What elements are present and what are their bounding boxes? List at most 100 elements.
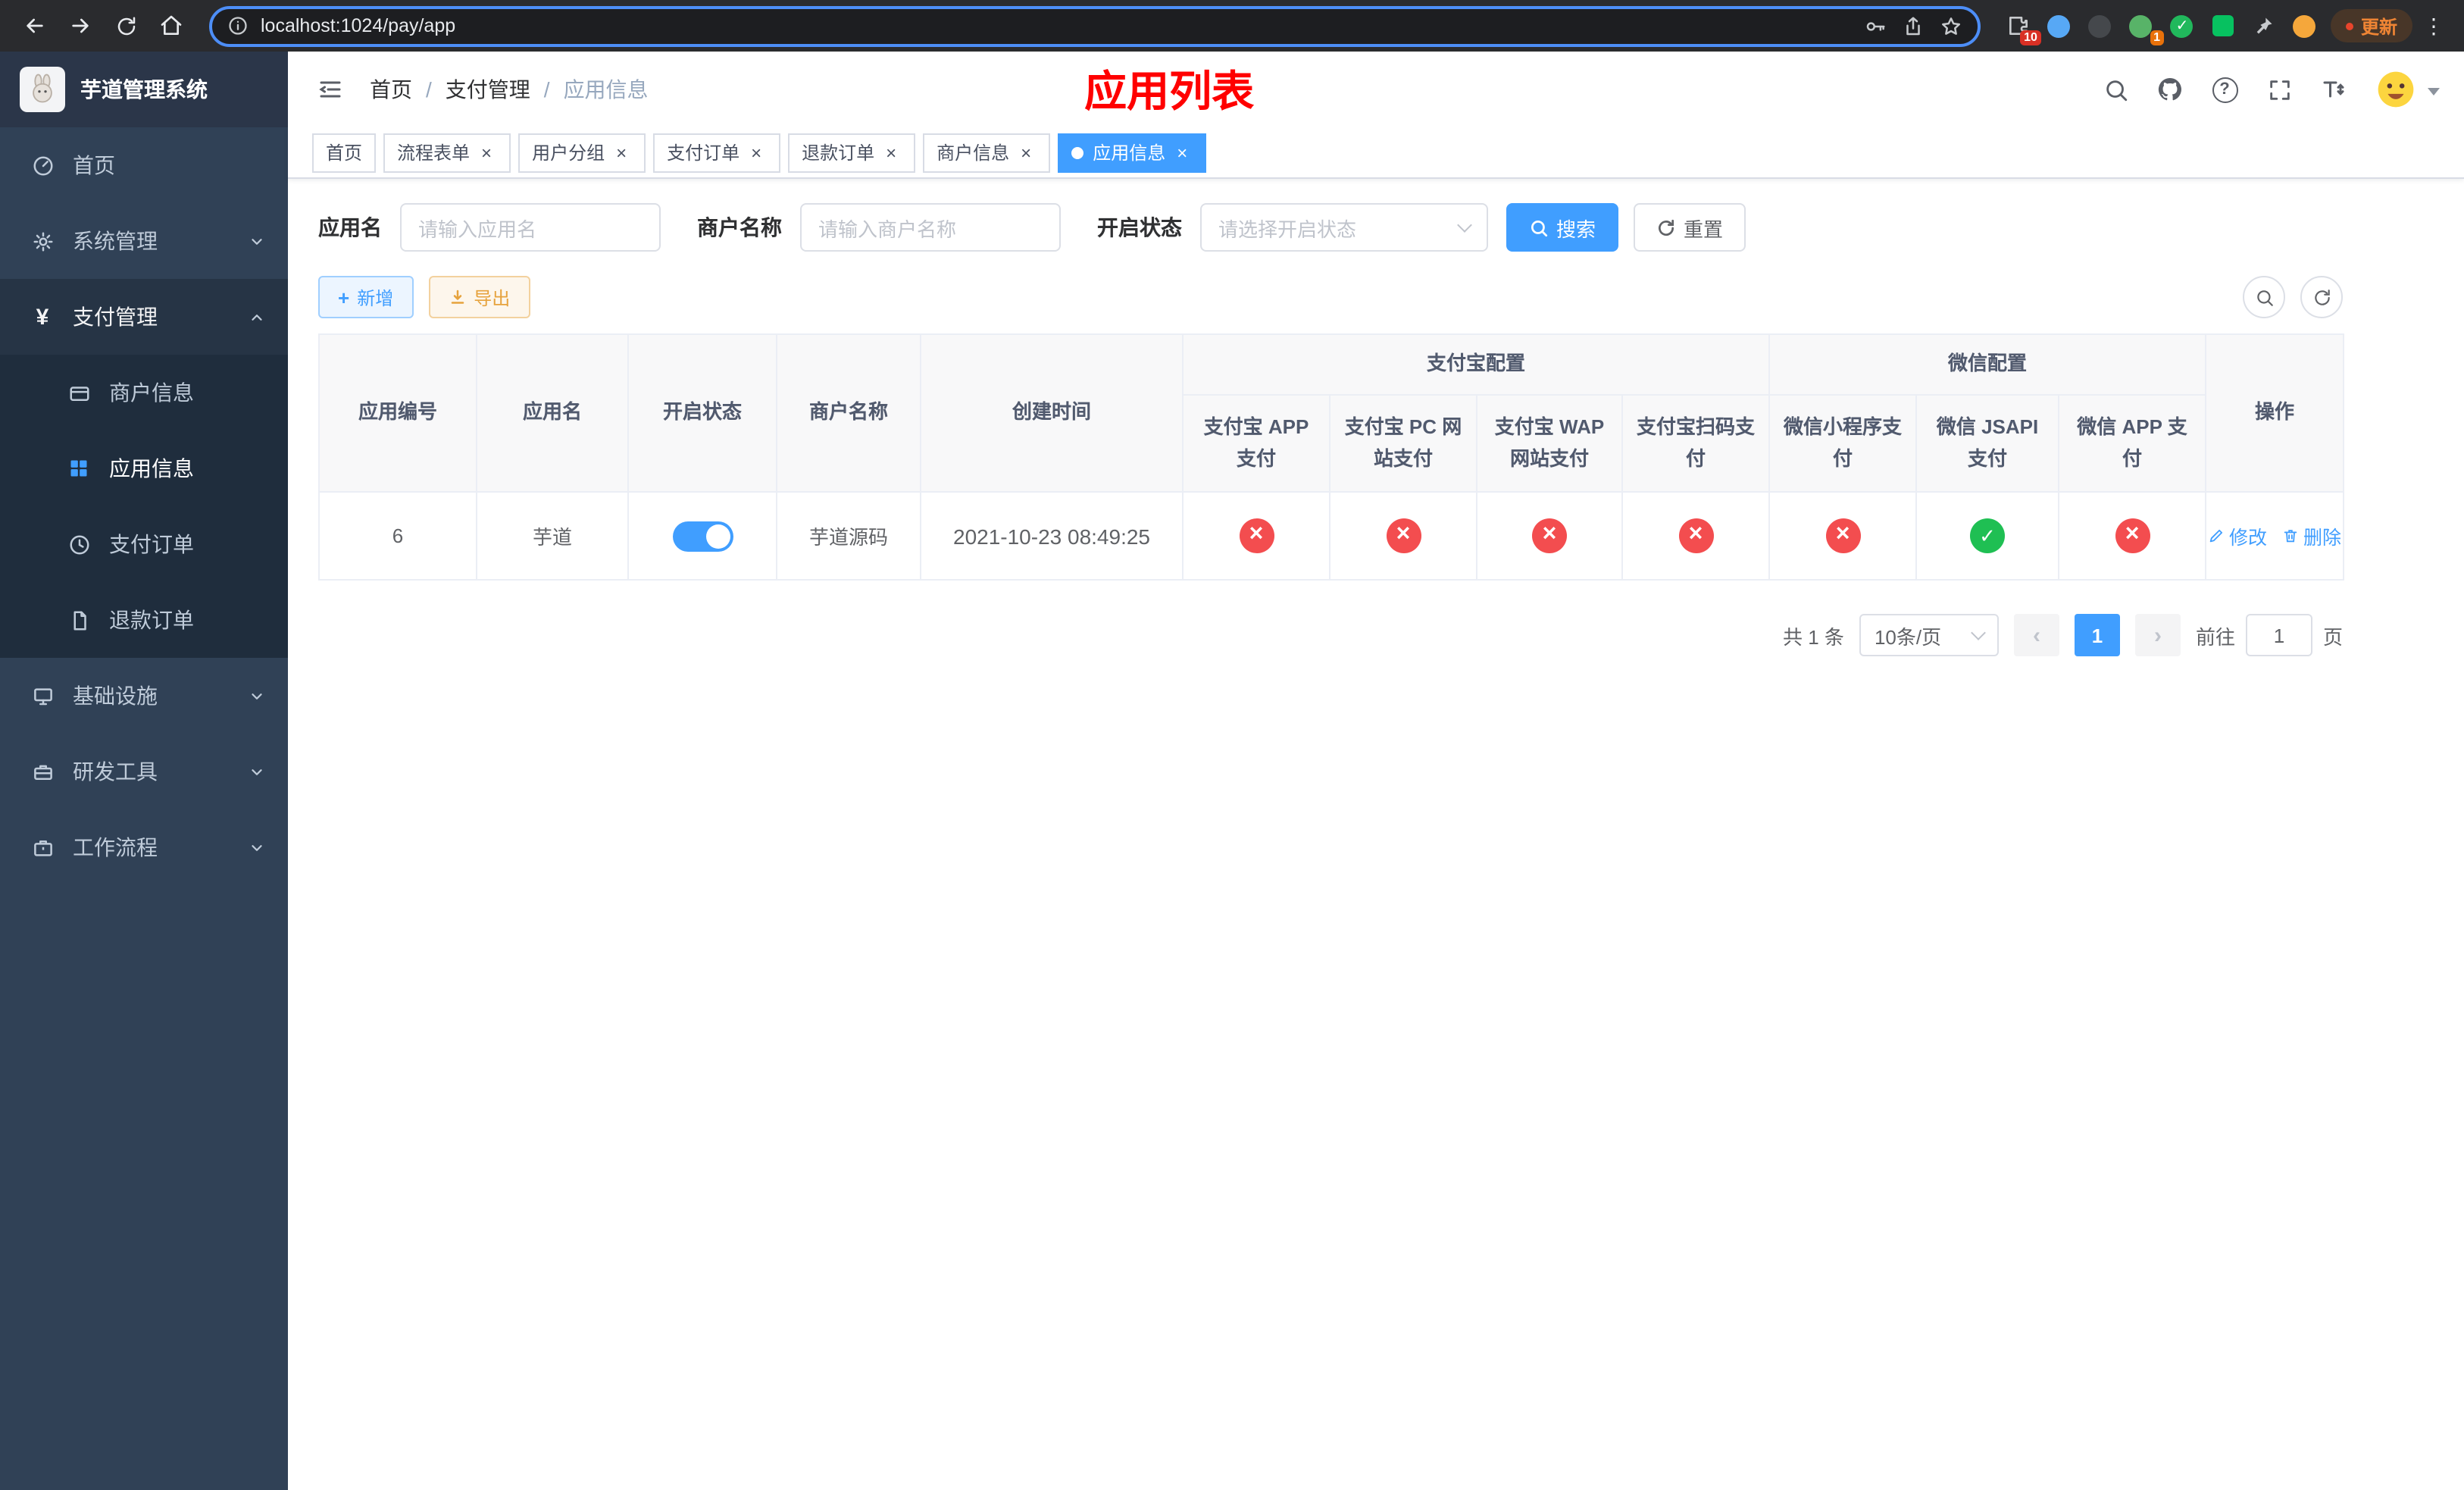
app-window: 芋道管理系统 首页 系统管理 ¥ 支付管理 商户信息 应用信息 支付订单 退款订… (0, 52, 2464, 1490)
bookmark-star-icon[interactable] (1940, 14, 1962, 37)
payment-submenu: 商户信息 应用信息 支付订单 退款订单 (0, 355, 288, 658)
sidebar-item-infrastructure[interactable]: 基础设施 (0, 658, 288, 734)
user-avatar[interactable] (2373, 67, 2440, 112)
button-label: 搜索 (1556, 218, 1596, 240)
col-create-time: 创建时间 (920, 333, 1184, 493)
hamburger-icon[interactable] (312, 71, 349, 108)
address-bar[interactable]: localhost:1024/pay/app (209, 5, 1981, 46)
chevron-down-icon (249, 763, 265, 780)
home-icon[interactable] (152, 6, 191, 45)
fullscreen-icon[interactable] (2264, 74, 2294, 105)
search-button[interactable]: 搜索 (1506, 203, 1619, 252)
extension-icon-face[interactable] (2291, 12, 2319, 39)
back-icon[interactable] (15, 6, 55, 45)
app-name-input[interactable]: 请输入应用名 (400, 203, 661, 252)
sidebar-item-payment[interactable]: ¥ 支付管理 (0, 279, 288, 355)
active-dot (1071, 146, 1084, 158)
export-button[interactable]: 导出 (428, 276, 530, 318)
config-status-icon (1825, 518, 1861, 553)
grid-icon (67, 458, 91, 479)
reset-button[interactable]: 重置 (1634, 203, 1746, 252)
col-alipay-app: 支付宝 APP 支付 (1182, 394, 1330, 493)
page-size-value: 10条/页 (1874, 625, 1942, 648)
close-icon[interactable]: × (746, 142, 767, 163)
page-number-1[interactable]: 1 (2074, 614, 2120, 656)
breadcrumb-payment[interactable]: 支付管理 (446, 74, 530, 105)
col-alipay-qr: 支付宝扫码支付 (1621, 394, 1771, 493)
credit-card-icon (67, 381, 91, 404)
delete-button[interactable]: 删除 (2282, 521, 2341, 550)
sidebar-item-devtools[interactable]: 研发工具 (0, 734, 288, 809)
add-button[interactable]: + 新增 (318, 276, 414, 318)
close-icon[interactable]: × (880, 142, 902, 163)
cell-app-name: 芋道 (476, 491, 629, 581)
main-area: 首页 / 支付管理 / 应用信息 应用列表 ? 首页 流程表单 × 用户分组 ×… (288, 52, 2464, 1490)
extension-icon-green-badged[interactable]: 1 (2128, 12, 2164, 45)
config-status-icon (1970, 518, 2006, 553)
sidebar-item-workflow[interactable]: 工作流程 (0, 809, 288, 885)
extension-icon-green-check[interactable]: ✓ (2169, 12, 2196, 39)
tab-user-group[interactable]: 用户分组 × (518, 133, 646, 172)
tab-label: 商户信息 (937, 142, 1010, 164)
share-icon[interactable] (1902, 14, 1925, 37)
password-key-icon[interactable] (1864, 14, 1887, 37)
font-size-icon[interactable] (2319, 74, 2349, 105)
logo-bunny-icon (20, 67, 65, 112)
search-icon[interactable] (2100, 74, 2131, 105)
search-form: 应用名 请输入应用名 商户名称 请输入商户名称 开启状态 请选择开启状态 搜索 (318, 203, 2343, 252)
header-bar: 首页 / 支付管理 / 应用信息 应用列表 ? (288, 52, 2464, 127)
col-status: 开启状态 (627, 333, 777, 493)
reload-icon[interactable] (106, 6, 145, 45)
next-page-button[interactable]: › (2134, 614, 2181, 656)
sidebar-item-app-info[interactable]: 应用信息 (0, 430, 288, 506)
tab-merchant-info[interactable]: 商户信息 × (923, 133, 1051, 172)
status-toggle[interactable] (672, 521, 733, 551)
tab-flow-form[interactable]: 流程表单 × (383, 133, 511, 172)
placeholder-text: 请输入商户名称 (818, 218, 957, 240)
browser-menu-icon[interactable]: ⋮ (2419, 6, 2449, 45)
github-icon[interactable] (2155, 74, 2185, 105)
status-select[interactable]: 请选择开启状态 (1200, 203, 1488, 252)
extensions-puzzle-icon[interactable]: 10 (2005, 12, 2041, 45)
tab-pay-order[interactable]: 支付订单 × (653, 133, 781, 172)
edit-button[interactable]: 修改 (2208, 521, 2267, 550)
browser-update-button[interactable]: 更新 (2330, 9, 2412, 42)
breadcrumb-separator: / (543, 77, 550, 102)
forward-icon[interactable] (61, 6, 100, 45)
close-icon[interactable]: × (476, 142, 497, 163)
config-status-icon (1532, 518, 1567, 553)
breadcrumb-current: 应用信息 (563, 77, 649, 102)
sidebar-item-pay-order[interactable]: 支付订单 (0, 506, 288, 582)
site-info-icon[interactable] (227, 15, 249, 36)
sidebar-item-refund-order[interactable]: 退款订单 (0, 582, 288, 658)
merchant-name-input[interactable]: 请输入商户名称 (800, 203, 1061, 252)
cell-alipay-qr (1621, 491, 1771, 581)
sidebar-item-merchant-info[interactable]: 商户信息 (0, 355, 288, 430)
close-icon[interactable]: × (1171, 142, 1193, 163)
goto-page-input[interactable]: 1 (2245, 614, 2312, 656)
help-icon[interactable]: ? (2209, 74, 2240, 105)
breadcrumb-home[interactable]: 首页 (370, 74, 412, 105)
col-alipay-pc: 支付宝 PC 网站支付 (1329, 394, 1477, 493)
toggle-search-button[interactable] (2243, 276, 2285, 318)
page-size-select[interactable]: 10条/页 (1859, 614, 1999, 656)
sidebar-item-home[interactable]: 首页 (0, 127, 288, 203)
close-icon[interactable]: × (611, 142, 632, 163)
extension-icon-wechat-devtools[interactable] (2209, 12, 2237, 39)
omnibox-actions (1864, 14, 1962, 37)
extension-icon-dark[interactable] (2087, 12, 2114, 39)
tab-app-info[interactable]: 应用信息 × (1058, 133, 1207, 172)
tab-refund-order[interactable]: 退款订单 × (788, 133, 916, 172)
close-icon[interactable]: × (1015, 142, 1037, 163)
merchant-name-label: 商户名称 (697, 215, 782, 239)
extension-icon-pin[interactable] (2250, 12, 2278, 39)
refresh-table-button[interactable] (2300, 276, 2343, 318)
config-status-icon (2115, 518, 2150, 553)
tab-home[interactable]: 首页 (312, 133, 377, 172)
pagination: 共 1 条 10条/页 ‹ 1 › 前往 1 页 (318, 614, 2343, 656)
sidebar-item-system[interactable]: 系统管理 (0, 203, 288, 279)
total-count: 共 1 条 (1783, 625, 1844, 648)
extension-icon-blue[interactable] (2046, 12, 2073, 39)
prev-page-button[interactable]: ‹ (2013, 614, 2059, 656)
toolbox-icon (30, 760, 55, 783)
